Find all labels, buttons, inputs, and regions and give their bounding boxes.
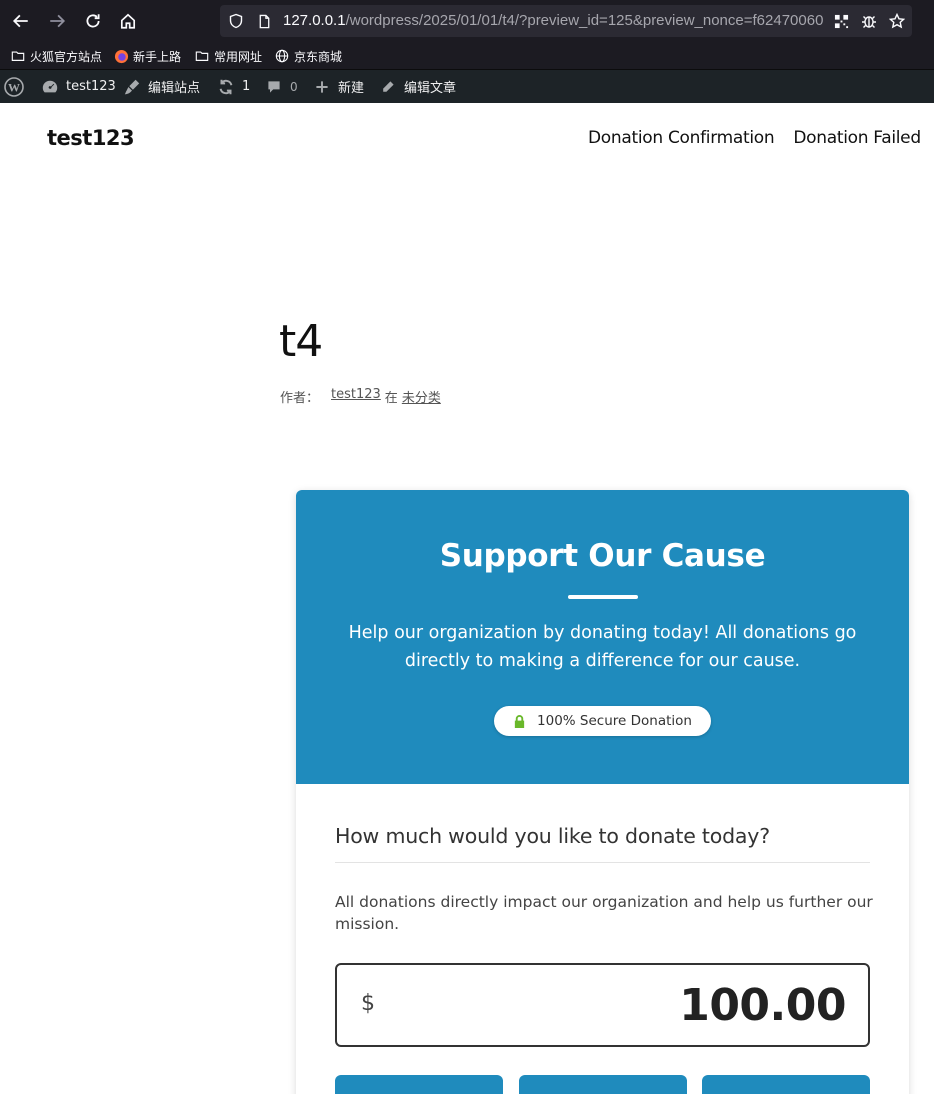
donation-level-button[interactable] xyxy=(519,1075,687,1094)
bookmarks-bar: 火狐官方站点 新手上路 常用网址 京东商城 xyxy=(0,42,934,70)
qr-code-icon[interactable] xyxy=(832,12,850,30)
updates-button[interactable]: 1 xyxy=(216,70,250,103)
post-meta-in: 在 xyxy=(384,391,398,406)
nav-item-donation-failed[interactable]: Donation Failed xyxy=(793,128,921,148)
section-divider xyxy=(335,862,870,863)
star-icon[interactable] xyxy=(888,12,906,30)
post-meta: 作者： test123 在 未分类 xyxy=(280,387,441,406)
donation-heading: Support Our Cause xyxy=(439,538,766,574)
home-button[interactable] xyxy=(115,8,141,34)
heading-divider xyxy=(568,595,638,599)
amount-description: All donations directly impact our organi… xyxy=(335,893,873,933)
bookmark-item[interactable]: 常用网址 xyxy=(194,47,262,65)
donation-form: Support Our Cause Help our organization … xyxy=(296,490,909,1094)
bookmark-item[interactable]: 火狐官方站点 xyxy=(10,47,102,65)
donation-amount-input[interactable]: $ 100.00 xyxy=(335,963,870,1047)
dashboard-icon xyxy=(40,77,60,97)
secure-donation-badge: 100% Secure Donation xyxy=(494,706,711,736)
bookmark-label: 火狐官方站点 xyxy=(30,49,103,64)
comments-button[interactable]: 0 xyxy=(264,70,298,103)
nav-item-donation-confirmation[interactable]: Donation Confirmation xyxy=(588,128,775,148)
url-host: 127.0.0.1 xyxy=(283,12,346,29)
reload-button[interactable] xyxy=(80,8,106,34)
bookmark-label: 常用网址 xyxy=(214,49,263,64)
url-bar[interactable]: 127.0.0.1/wordpress/2025/01/01/t4/?previ… xyxy=(220,5,912,37)
post-title: t4 xyxy=(279,316,323,367)
secure-donation-label: 100% Secure Donation xyxy=(537,713,692,729)
donation-amount-value[interactable]: 100.00 xyxy=(679,980,846,1031)
bookmark-label: 京东商城 xyxy=(294,49,343,64)
customize-label: 编辑站点 xyxy=(148,81,201,96)
donation-level-button[interactable] xyxy=(335,1075,503,1094)
brush-icon xyxy=(122,77,142,97)
comments-count: 0 xyxy=(290,79,298,94)
post-author-link[interactable]: test123 xyxy=(331,387,381,406)
bug-icon[interactable] xyxy=(860,12,878,30)
updates-count: 1 xyxy=(242,79,251,94)
new-content-label: 新建 xyxy=(338,81,365,96)
wp-admin-bar: W test123 编辑站点 1 0 新建 编辑文章 xyxy=(0,70,934,103)
folder-icon xyxy=(194,48,210,64)
svg-text:W: W xyxy=(8,80,20,94)
wordpress-logo-icon: W xyxy=(4,76,24,97)
pencil-icon xyxy=(378,77,398,97)
globe-icon xyxy=(274,48,290,64)
new-content-button[interactable]: 新建 xyxy=(312,70,364,103)
main-navigation: Donation Confirmation Donation Failed D xyxy=(588,128,934,148)
edit-post-label: 编辑文章 xyxy=(404,81,457,96)
site-name-label: test123 xyxy=(66,79,116,94)
bookmark-item[interactable]: 京东商城 xyxy=(274,47,342,65)
bookmark-item[interactable]: 新手上路 xyxy=(113,47,181,65)
page-icon[interactable] xyxy=(255,12,273,30)
bookmark-label: 新手上路 xyxy=(133,49,182,64)
folder-icon xyxy=(10,48,26,64)
url-text[interactable]: 127.0.0.1/wordpress/2025/01/01/t4/?previ… xyxy=(283,12,828,30)
post-category-link[interactable]: 未分类 xyxy=(402,387,441,406)
donation-description: Help our organization by donating today!… xyxy=(348,623,857,671)
back-button[interactable] xyxy=(8,8,34,34)
currency-symbol: $ xyxy=(361,991,375,1016)
amount-question: How much would you like to donate today? xyxy=(335,824,770,848)
plus-icon xyxy=(312,77,332,97)
comment-icon xyxy=(264,77,284,97)
browser-toolbar: 127.0.0.1/wordpress/2025/01/01/t4/?previ… xyxy=(0,0,934,42)
edit-post-button[interactable]: 编辑文章 xyxy=(378,70,456,103)
shield-icon[interactable] xyxy=(227,12,245,30)
forward-button[interactable] xyxy=(44,8,70,34)
url-path: /wordpress/2025/01/01/t4/?preview_id=125… xyxy=(345,12,824,29)
firefox-icon xyxy=(113,48,129,64)
wp-logo-button[interactable]: W xyxy=(4,70,24,103)
site-name-menu[interactable]: test123 xyxy=(40,70,116,103)
site-title[interactable]: test123 xyxy=(47,126,135,150)
donation-level-button[interactable] xyxy=(702,1075,870,1094)
updates-icon xyxy=(216,77,236,97)
post-meta-prefix: 作者： xyxy=(280,391,320,406)
customize-button[interactable]: 编辑站点 xyxy=(122,70,200,103)
donation-form-header: Support Our Cause Help our organization … xyxy=(296,490,909,784)
lock-icon xyxy=(513,713,527,729)
